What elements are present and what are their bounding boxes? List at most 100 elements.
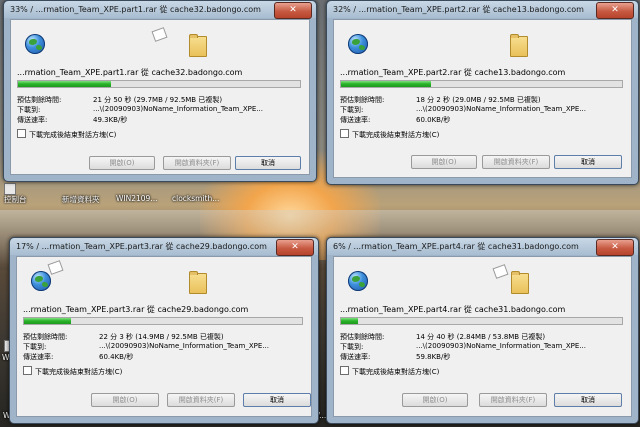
open-button[interactable]: 開啟(O) [89,156,155,170]
file-name: ...rmation_Team_XPE.part1.rar 從 cache32.… [17,68,243,77]
open-folder-button[interactable]: 開啟資料夾(F) [163,156,231,170]
window-title: 6% / ...rmation_Team_XPE.part4.rar 從 cac… [333,242,579,251]
desktop-label-new-folder[interactable]: 新增資料夾 [62,194,100,205]
window-title: 32% / ...rmation_Team_XPE.part2.rar 從 ca… [333,5,584,14]
checkbox-label: 下載完成後結束對話方塊(C) [352,368,440,376]
progress-bar [340,80,623,88]
checkbox-box[interactable] [17,129,26,138]
value-remaining: 21 分 50 秒 (29.7MB / 92.5MB 已複製) [93,96,223,104]
open-button[interactable]: 開啟(O) [402,393,468,407]
progress-bar [17,80,301,88]
file-name: ...rmation_Team_XPE.part2.rar 從 cache13.… [340,68,566,77]
folder-icon [511,271,529,294]
titlebar[interactable]: 32% / ...rmation_Team_XPE.part2.rar 從 ca… [327,1,638,19]
open-folder-button[interactable]: 開啟資料夾(F) [479,393,547,407]
open-button[interactable]: 開啟(O) [91,393,159,407]
row-download-to: 下載到: ...\(20090903)NoName_Information_Tea… [17,105,263,115]
value-remaining: 18 分 2 秒 (29.0MB / 92.5MB 已複製) [416,96,541,104]
desktop-label-win2109[interactable]: WIN2109... [116,194,157,203]
flying-paper-icon [492,264,509,279]
label-download-to: 下載到: [17,106,41,114]
file-name: ...rmation_Team_XPE.part4.rar 從 cache31.… [340,305,566,314]
checkbox-label: 下載完成後結束對話方塊(C) [29,131,117,139]
value-remaining: 14 分 40 秒 (2.84MB / 53.8MB 已複製) [416,333,546,341]
titlebar[interactable]: 33% / ...rmation_Team_XPE.part1.rar 從 ca… [4,1,316,19]
close-button[interactable]: ✕ [274,2,312,19]
row-speed: 傳送速率: 60.0KB/秒 [340,115,450,125]
row-download-to: 下載到: ...\(20090903)NoName_Information_Tea… [340,105,586,115]
label-download-to: 下載到: [23,343,47,351]
close-on-complete-checkbox[interactable]: 下載完成後結束對話方塊(C) [340,366,439,377]
label-download-to: 下載到: [340,106,364,114]
value-download-to: ...\(20090903)NoName_Information_Team_XP… [416,105,586,113]
folder-icon [510,34,528,57]
progress-bar [23,317,303,325]
value-download-to: ...\(20090903)NoName_Information_Team_XP… [416,342,586,350]
progress-fill [18,81,112,87]
close-on-complete-checkbox[interactable]: 下載完成後結束對話方塊(C) [340,129,439,140]
value-speed: 60.4KB/秒 [99,353,134,361]
flying-paper-icon [151,27,168,42]
row-speed: 傳送速率: 59.8KB/秒 [340,352,450,362]
titlebar[interactable]: 17% / ...rmation_Team_XPE.part3.rar 從 ca… [10,238,318,256]
dialog-client: ...rmation_Team_XPE.part2.rar 從 cache13.… [333,19,632,178]
row-speed: 傳送速率: 60.4KB/秒 [23,352,133,362]
open-folder-button[interactable]: 開啟資料夾(F) [167,393,235,407]
label-remaining: 預估剩餘時間: [17,96,62,104]
checkbox-box[interactable] [340,129,349,138]
row-download-to: 下載到: ...\(20090903)NoName_Information_Tea… [340,342,586,352]
folder-icon [189,271,207,294]
close-button[interactable]: ✕ [276,239,314,256]
globe-icon [25,34,45,54]
dialog-client: ...rmation_Team_XPE.part1.rar 從 cache32.… [10,19,310,175]
cancel-button[interactable]: 取消 [554,155,622,169]
label-remaining: 預估剩餘時間: [23,333,68,341]
checkbox-box[interactable] [23,366,32,375]
progress-fill [341,318,358,324]
label-download-to: 下載到: [340,343,364,351]
progress-bar [340,317,623,325]
desktop-label-clocksmith[interactable]: clocksmith... [172,194,219,203]
progress-fill [341,81,431,87]
open-button[interactable]: 開啟(O) [411,155,477,169]
label-speed: 傳送速率: [340,116,371,124]
flying-paper-icon [47,260,64,275]
label-speed: 傳送速率: [340,353,371,361]
label-speed: 傳送速率: [17,116,48,124]
download-dialog-part4: 6% / ...rmation_Team_XPE.part4.rar 從 cac… [326,237,639,424]
window-title: 33% / ...rmation_Team_XPE.part1.rar 從 ca… [10,5,261,14]
row-download-to: 下載到: ...\(20090903)NoName_Information_Tea… [23,342,269,352]
value-download-to: ...\(20090903)NoName_Information_Team_XP… [93,105,263,113]
window-title: 17% / ...rmation_Team_XPE.part3.rar 從 ca… [16,242,267,251]
value-download-to: ...\(20090903)NoName_Information_Team_XP… [99,342,269,350]
close-on-complete-checkbox[interactable]: 下載完成後結束對話方塊(C) [17,129,116,140]
checkbox-box[interactable] [340,366,349,375]
checkbox-label: 下載完成後結束對話方塊(C) [352,131,440,139]
open-folder-button[interactable]: 開啟資料夾(F) [482,155,550,169]
cancel-button[interactable]: 取消 [554,393,622,407]
value-speed: 49.3KB/秒 [93,116,128,124]
globe-icon [348,271,368,291]
file-name: ...rmation_Team_XPE.part3.rar 從 cache29.… [23,305,249,314]
checkbox-label: 下載完成後結束對話方塊(C) [35,368,123,376]
value-speed: 60.0KB/秒 [416,116,451,124]
dialog-client: ...rmation_Team_XPE.part4.rar 從 cache31.… [333,256,632,417]
globe-icon [31,271,51,291]
label-remaining: 預估剩餘時間: [340,96,385,104]
download-dialog-part1: 33% / ...rmation_Team_XPE.part1.rar 從 ca… [3,0,317,182]
close-button[interactable]: ✕ [596,239,634,256]
close-button[interactable]: ✕ [596,2,634,19]
close-on-complete-checkbox[interactable]: 下載完成後結束對話方塊(C) [23,366,122,377]
row-remaining: 預估剩餘時間: 21 分 50 秒 (29.7MB / 92.5MB 已複製) [17,95,222,105]
desktop-label-control-panel[interactable]: 控制台 [4,194,27,205]
label-speed: 傳送速率: [23,353,54,361]
cancel-button[interactable]: 取消 [243,393,311,407]
globe-icon [348,34,368,54]
row-speed: 傳送速率: 49.3KB/秒 [17,115,127,125]
value-remaining: 22 分 3 秒 (14.9MB / 92.5MB 已複製) [99,333,224,341]
row-remaining: 預估剩餘時間: 18 分 2 秒 (29.0MB / 92.5MB 已複製) [340,95,541,105]
dialog-client: ...rmation_Team_XPE.part3.rar 從 cache29.… [16,256,312,417]
cancel-button[interactable]: 取消 [235,156,301,170]
label-remaining: 預估剩餘時間: [340,333,385,341]
titlebar[interactable]: 6% / ...rmation_Team_XPE.part4.rar 從 cac… [327,238,638,256]
